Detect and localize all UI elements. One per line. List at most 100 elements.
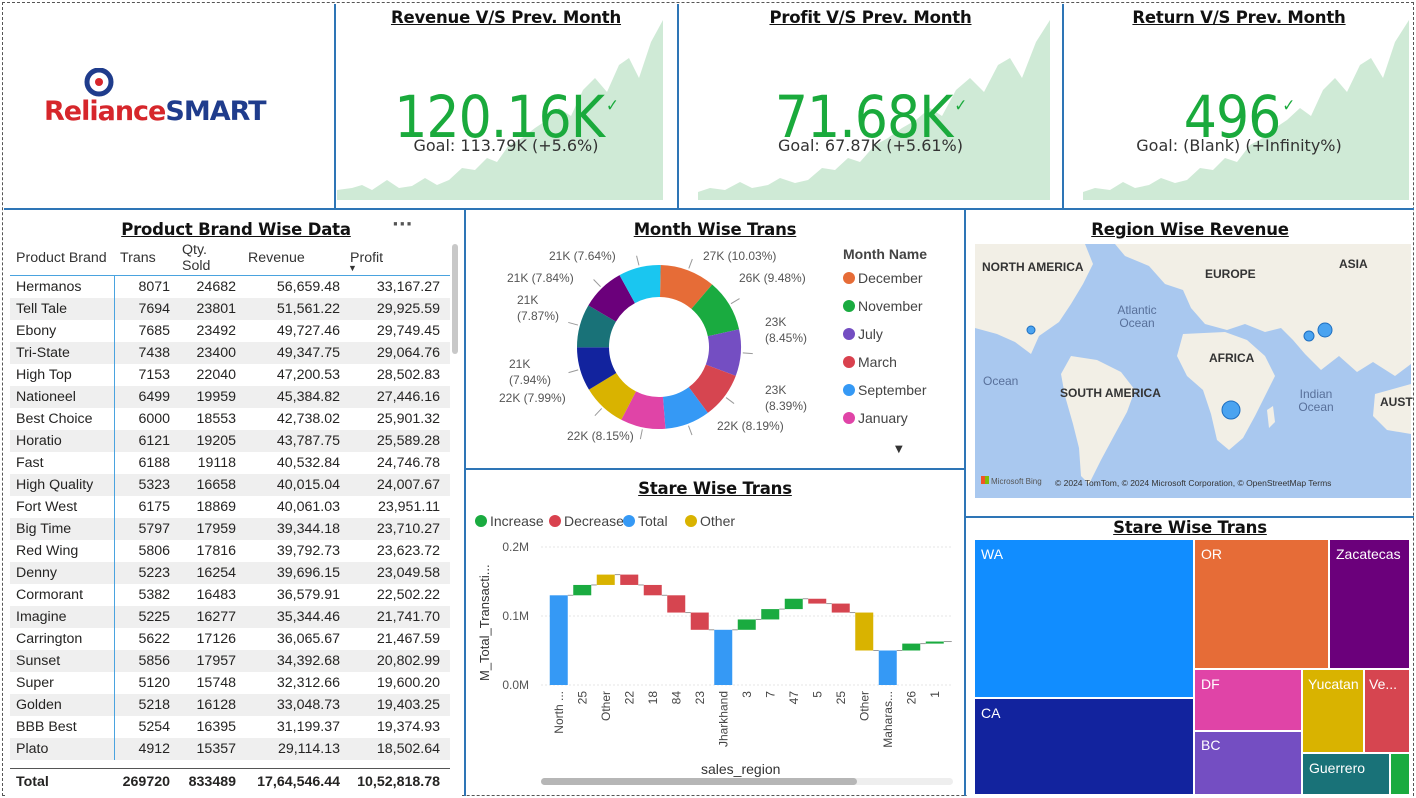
donut-leader-line (568, 369, 579, 374)
value-cell: 56,659.48 (276, 279, 340, 295)
treemap-cell[interactable] (975, 699, 1193, 794)
waterfall-bar[interactable] (643, 584, 662, 596)
scrollbar-thumb[interactable] (541, 778, 857, 785)
legend-item[interactable]: November (843, 298, 923, 314)
value-cell: 6121 (114, 430, 176, 452)
waterfall-bar[interactable] (737, 619, 756, 630)
value-cell: 5254 (114, 716, 176, 738)
waterfall-bar[interactable] (667, 595, 686, 613)
x-tick-label: 5 (810, 691, 824, 698)
waterfall-bar[interactable] (808, 598, 827, 604)
table-row[interactable]: Nationeel 6499 19959 45,384.82 27,446.16 (10, 386, 450, 408)
map-label: SOUTH AMERICA (1060, 386, 1161, 400)
treemap: WA OR Zacatecas CA DF Yucatan Ve... BC G… (975, 540, 1409, 794)
legend-scroll-down-icon[interactable]: ▼ (895, 444, 903, 455)
table-row[interactable]: Hermanos 8071 24682 56,659.48 33,167.27 (10, 276, 450, 298)
waterfall-bar[interactable] (855, 612, 874, 651)
table-row[interactable]: Red Wing 5806 17816 39,792.73 23,623.72 (10, 540, 450, 562)
donut-data-label: 21K (7.64%) (549, 249, 616, 263)
table-row[interactable]: Fast 6188 19118 40,532.84 24,746.78 (10, 452, 450, 474)
table-scrollbar[interactable] (452, 244, 458, 354)
waterfall-bar[interactable] (831, 603, 850, 613)
table-row[interactable]: Cormorant 5382 16483 36,579.91 22,502.22 (10, 584, 450, 606)
more-options-icon[interactable]: ··· (392, 214, 413, 235)
table-row[interactable]: Super 5120 15748 32,312.66 19,600.20 (10, 672, 450, 694)
kpi-revenue[interactable]: Revenue V/S Prev. Month 120.16K ✓ Goal: 1… (337, 4, 675, 208)
legend-item[interactable]: January (843, 410, 908, 426)
kpi-return[interactable]: Return V/S Prev. Month 496 ✓ Goal: (Blank… (1065, 4, 1413, 208)
waterfall-bar[interactable] (596, 574, 615, 585)
waterfall-bar[interactable] (902, 643, 921, 651)
bing-label: Microsoft Bing (991, 477, 1042, 486)
waterfall-bar[interactable] (549, 595, 568, 685)
divider (334, 4, 336, 208)
brand-cell: Red Wing (16, 543, 79, 559)
waterfall-bar[interactable] (784, 598, 803, 610)
table-row[interactable]: Fort West 6175 18869 40,061.03 23,951.11 (10, 496, 450, 518)
table-row[interactable]: Golden 5218 16128 33,048.73 19,403.25 (10, 694, 450, 716)
waterfall-bar[interactable] (620, 574, 639, 585)
waterfall-bar[interactable] (925, 641, 944, 644)
col-header[interactable]: Trans (114, 240, 176, 275)
table-row[interactable]: Ebony 7685 23492 49,727.46 29,749.45 (10, 320, 450, 342)
waterfall-bar[interactable] (761, 609, 780, 620)
treemap-cell[interactable] (1391, 754, 1409, 794)
value-cell: 6000 (114, 408, 176, 430)
treemap-cell[interactable] (975, 540, 1193, 697)
table-row[interactable]: High Quality 5323 16658 40,015.04 24,007.67 (10, 474, 450, 496)
legend-item[interactable]: September (843, 382, 926, 398)
value-cell: 5323 (114, 474, 176, 496)
table-row[interactable]: Tell Tale 7694 23801 51,561.22 29,925.59 (10, 298, 450, 320)
map-attribution[interactable]: © 2024 TomTom, © 2024 Microsoft Corporat… (1055, 478, 1331, 488)
treemap-label: Yucatan (1308, 676, 1359, 692)
windows-icon (981, 476, 989, 484)
treemap-label: DF (1201, 676, 1220, 692)
table-row[interactable]: Best Choice 6000 18553 42,738.02 25,901.32 (10, 408, 450, 430)
stare-wise-trans-treemap-card: Stare Wise Trans WA OR Zacatecas CA DF Y… (967, 518, 1413, 796)
waterfall-bar[interactable] (573, 584, 592, 596)
table-row[interactable]: Horatio 6121 19205 43,787.75 25,589.28 (10, 430, 450, 452)
legend-dot (843, 328, 855, 340)
value-cell: 49,347.75 (276, 345, 340, 361)
legend-item[interactable]: July (843, 326, 883, 342)
table-row[interactable]: Plato 4912 15357 29,114.13 18,502.64 (10, 738, 450, 760)
value-cell: 5225 (114, 606, 176, 628)
table-row[interactable]: Denny 5223 16254 39,696.15 23,049.58 (10, 562, 450, 584)
map-title: Region Wise Revenue (1091, 220, 1289, 239)
value-cell: 17816 (196, 543, 236, 559)
value-cell: 5218 (114, 694, 176, 716)
kpi-profit[interactable]: Profit V/S Prev. Month 71.68K ✓ Goal: 67.… (680, 4, 1061, 208)
value-cell: 47,200.53 (276, 367, 340, 383)
value-cell: 36,065.67 (276, 631, 340, 647)
col-header[interactable]: Product Brand (10, 250, 114, 266)
value-cell: 5806 (114, 540, 176, 562)
legend-item[interactable]: December (843, 270, 923, 286)
value-cell: 35,344.46 (276, 609, 340, 625)
donut-data-label: (7.87%) (517, 309, 559, 323)
col-header-sorted[interactable]: Profit ▼ (344, 250, 446, 273)
x-tick-label: Other (857, 691, 871, 721)
table-row[interactable]: Imagine 5225 16277 35,344.46 21,741.70 (10, 606, 450, 628)
waterfall-chart[interactable]: 0.2M 0.1M 0.0M North ... 25 Other 22 18 84 23 Jhar… (467, 505, 963, 795)
map-label: AUST (1380, 395, 1413, 409)
table-row[interactable]: BBB Best 5254 16395 31,199.37 19,374.93 (10, 716, 450, 738)
x-tick-label: 25 (575, 691, 589, 705)
value-cell: 19,600.20 (376, 675, 440, 691)
table-row[interactable]: Big Time 5797 17959 39,344.18 23,710.27 (10, 518, 450, 540)
table-row[interactable]: Sunset 5856 17957 34,392.68 20,802.99 (10, 650, 450, 672)
col-header[interactable]: Qty. Sold (176, 242, 242, 274)
legend-item[interactable]: March (843, 354, 897, 370)
value-cell: 28,502.83 (376, 367, 440, 383)
value-cell: 18553 (196, 411, 236, 427)
waterfall-bar[interactable] (714, 629, 733, 685)
region-map[interactable] (975, 244, 1411, 498)
table-row[interactable]: Carrington 5622 17126 36,065.67 21,467.59 (10, 628, 450, 650)
waterfall-bar[interactable] (878, 650, 897, 686)
table-row[interactable]: Tri-State 7438 23400 49,347.75 29,064.76 (10, 342, 450, 364)
kpi-title: Profit V/S Prev. Month (769, 8, 972, 27)
horizontal-scrollbar[interactable] (541, 778, 953, 785)
brand-cell: Imagine (16, 609, 67, 625)
col-header[interactable]: Revenue (242, 250, 344, 266)
waterfall-bar[interactable] (690, 612, 709, 630)
table-row[interactable]: High Top 7153 22040 47,200.53 28,502.83 (10, 364, 450, 386)
